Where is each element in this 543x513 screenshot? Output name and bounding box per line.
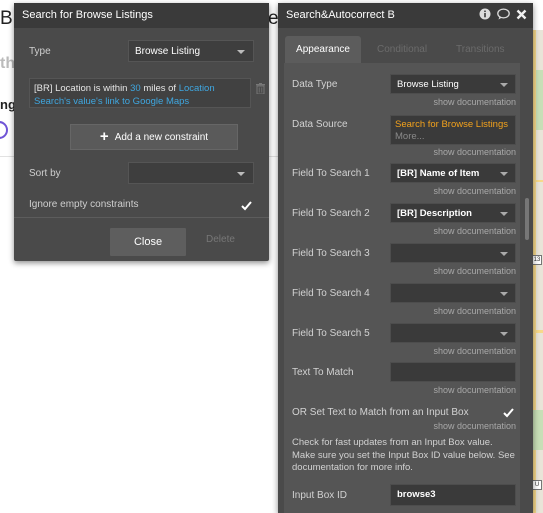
data-type-label: Data Type xyxy=(292,79,338,90)
info-icon[interactable] xyxy=(479,8,491,20)
delete-button[interactable]: Delete xyxy=(206,234,235,245)
field-to-search-5-dropdown[interactable] xyxy=(390,323,516,343)
constraint-row[interactable]: [BR] Location is within 30 miles of Loca… xyxy=(29,78,251,108)
field-to-search-2-value: [BR] Description xyxy=(397,208,472,219)
constraint-operator-text: miles of xyxy=(140,83,179,94)
popup-title: Search for Browse Listings xyxy=(14,3,269,28)
text-to-match-label: Text To Match xyxy=(292,367,354,378)
search-editor-popup: Search for Browse Listings Type Browse L… xyxy=(14,3,269,261)
highway-shield-icon: 13 xyxy=(532,255,542,265)
chevron-down-icon xyxy=(500,252,508,256)
field-to-search-4-dropdown[interactable] xyxy=(390,283,516,303)
add-constraint-label: Add a new constraint xyxy=(114,131,209,143)
canvas-text-fragment: e xyxy=(268,8,279,29)
sort-by-label: Sort by xyxy=(29,168,61,179)
chevron-down-icon xyxy=(500,172,508,176)
or-input-box-checkbox[interactable] xyxy=(502,406,515,419)
scrollbar-track xyxy=(524,63,530,513)
show-documentation-link[interactable]: show documentation xyxy=(433,266,516,276)
appearance-properties: Data Type Browse Listing show documentat… xyxy=(284,63,520,513)
plus-icon: + xyxy=(99,128,109,145)
field-to-search-5-label: Field To Search 5 xyxy=(292,328,370,339)
highway-shield-icon: U xyxy=(532,480,542,490)
tab-transitions[interactable]: Transitions xyxy=(456,36,505,63)
data-source-label: Data Source xyxy=(292,119,348,130)
show-documentation-link[interactable]: show documentation xyxy=(433,147,516,157)
show-documentation-link[interactable]: show documentation xyxy=(433,226,516,236)
field-to-search-1-value: [BR] Name of Item xyxy=(397,168,480,179)
tab-appearance[interactable]: Appearance xyxy=(285,36,361,63)
input-box-help-text: Check for fast updates from an Input Box… xyxy=(292,437,515,473)
sort-by-dropdown[interactable] xyxy=(128,162,254,184)
tab-conditional[interactable]: Conditional xyxy=(377,36,427,63)
data-source-field[interactable]: Search for Browse Listings More... xyxy=(390,115,516,145)
chevron-down-icon xyxy=(237,50,245,54)
trash-icon[interactable] xyxy=(256,83,265,94)
show-documentation-link[interactable]: show documentation xyxy=(433,306,516,316)
canvas-text-fragment: B xyxy=(0,8,13,29)
data-source-more[interactable]: More... xyxy=(395,131,511,143)
field-to-search-3-dropdown[interactable] xyxy=(390,243,516,263)
field-to-search-3-label: Field To Search 3 xyxy=(292,248,370,259)
data-type-value: Browse Listing xyxy=(397,79,459,90)
popup-divider xyxy=(14,217,269,218)
ignore-empty-checkbox[interactable] xyxy=(240,199,253,212)
chevron-down-icon xyxy=(500,83,508,87)
type-label: Type xyxy=(29,46,51,57)
field-to-search-1-label: Field To Search 1 xyxy=(292,168,370,179)
canvas-faded-text: th xyxy=(0,55,16,72)
text-to-match-input[interactable] xyxy=(390,362,516,382)
chevron-down-icon xyxy=(500,332,508,336)
chevron-down-icon xyxy=(500,292,508,296)
chevron-down-icon xyxy=(237,172,245,176)
comment-icon[interactable] xyxy=(497,8,510,20)
scrollbar-thumb[interactable] xyxy=(525,198,529,240)
add-constraint-button[interactable]: + Add a new constraint xyxy=(70,124,238,150)
field-to-search-1-dropdown[interactable]: [BR] Name of Item xyxy=(390,163,516,183)
show-documentation-link[interactable]: show documentation xyxy=(433,385,516,395)
data-type-dropdown[interactable]: Browse Listing xyxy=(390,74,516,94)
show-documentation-link[interactable]: show documentation xyxy=(433,346,516,356)
constraint-field-text: [BR] Location is within xyxy=(34,83,131,94)
property-editor-panel: Search&Autocorrect B Appearance Conditio… xyxy=(278,3,533,513)
panel-tabs: Appearance Conditional Transitions xyxy=(278,36,533,63)
field-to-search-2-dropdown[interactable]: [BR] Description xyxy=(390,203,516,223)
type-dropdown[interactable]: Browse Listing xyxy=(128,40,254,62)
input-box-id-label: Input Box ID xyxy=(292,490,348,501)
type-dropdown-value: Browse Listing xyxy=(135,46,201,57)
radio-icon xyxy=(0,121,8,139)
field-to-search-4-label: Field To Search 4 xyxy=(292,288,370,299)
show-documentation-link[interactable]: show documentation xyxy=(433,97,516,107)
input-box-id-field[interactable]: browse3 xyxy=(390,484,516,506)
field-to-search-2-label: Field To Search 2 xyxy=(292,208,370,219)
or-input-box-label: OR Set Text to Match from an Input Box xyxy=(292,407,469,418)
chevron-down-icon xyxy=(500,212,508,216)
panel-header: Search&Autocorrect B xyxy=(278,3,533,28)
close-icon[interactable] xyxy=(516,9,527,20)
ignore-empty-label: Ignore empty constraints xyxy=(29,199,139,210)
show-documentation-link[interactable]: show documentation xyxy=(433,186,516,196)
data-source-value[interactable]: Search for Browse Listings xyxy=(395,119,511,131)
constraint-distance[interactable]: 30 xyxy=(130,83,141,94)
show-documentation-link[interactable]: show documentation xyxy=(433,421,516,431)
close-button[interactable]: Close xyxy=(110,228,186,256)
panel-title: Search&Autocorrect B xyxy=(286,9,395,21)
